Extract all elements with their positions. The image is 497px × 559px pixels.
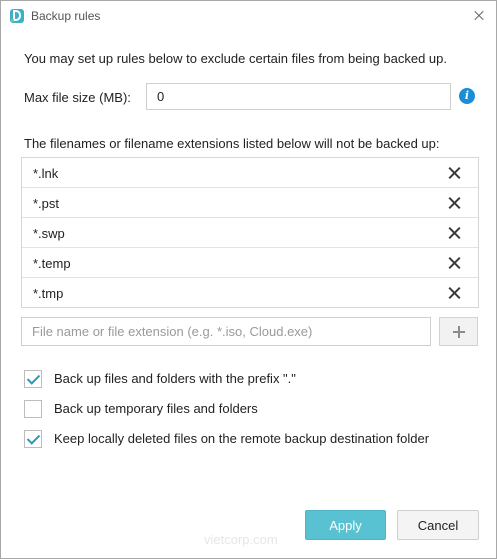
title-bar: Backup rules: [1, 1, 496, 31]
close-icon[interactable]: [468, 5, 490, 27]
checkbox-label: Back up temporary files and folders: [54, 401, 258, 416]
remove-close-icon[interactable]: [448, 196, 462, 210]
list-item-label: *.pst: [33, 196, 60, 211]
list-item-label: *.swp: [33, 226, 65, 241]
intro-text: You may set up rules below to exclude ce…: [24, 51, 447, 66]
list-item-label: *.tmp: [33, 286, 64, 301]
backup-rules-dialog: Backup rules You may set up rules below …: [0, 0, 497, 559]
remove-close-icon[interactable]: [448, 226, 462, 240]
remove-close-icon[interactable]: [448, 256, 462, 270]
window-title: Backup rules: [31, 9, 101, 23]
list-item-label: *.temp: [33, 256, 71, 271]
app-logo-icon: [10, 9, 24, 23]
plus-icon[interactable]: [439, 317, 478, 346]
max-file-size-input[interactable]: [146, 83, 451, 110]
list-item[interactable]: *.tmp: [22, 278, 478, 308]
list-item[interactable]: *.lnk: [22, 158, 478, 188]
exclusion-list: *.lnk *.pst *.swp *.temp *.tmp: [21, 157, 479, 308]
add-exclusion-input[interactable]: [21, 317, 431, 346]
checkbox[interactable]: [24, 400, 42, 418]
max-file-size-label: Max file size (MB):: [24, 90, 131, 105]
cancel-button[interactable]: Cancel: [397, 510, 479, 540]
checkbox-label: Keep locally deleted files on the remote…: [54, 431, 430, 446]
info-icon[interactable]: i: [459, 88, 475, 104]
checkbox-label: Back up files and folders with the prefi…: [54, 371, 296, 386]
checkbox[interactable]: [24, 430, 42, 448]
remove-close-icon[interactable]: [448, 166, 462, 180]
list-item[interactable]: *.temp: [22, 248, 478, 278]
remove-close-icon[interactable]: [448, 286, 462, 300]
checkbox[interactable]: [24, 370, 42, 388]
list-item-label: *.lnk: [33, 166, 59, 181]
exclusion-list-label: The filenames or filename extensions lis…: [24, 136, 440, 151]
watermark: vietcorp.com: [204, 532, 278, 547]
apply-button[interactable]: Apply: [305, 510, 386, 540]
list-item[interactable]: *.pst: [22, 188, 478, 218]
list-item[interactable]: *.swp: [22, 218, 478, 248]
